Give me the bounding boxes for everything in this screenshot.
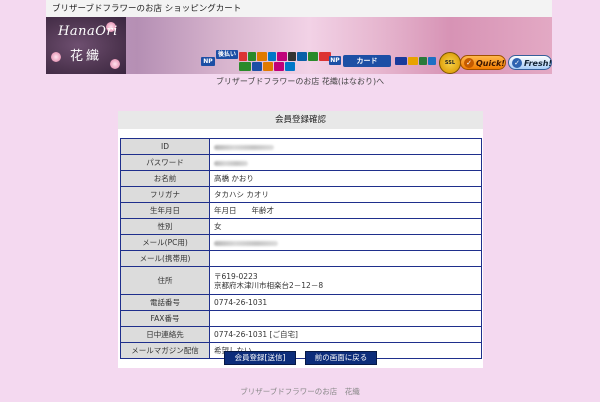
ssl-seal-icon: SSL bbox=[439, 52, 461, 74]
card-icon bbox=[297, 52, 307, 61]
table-row-birthdate: 生年月日 年月日 年齢才 bbox=[120, 202, 482, 219]
table-row-fax: FAX番号 bbox=[120, 310, 482, 327]
table-row-newsletter: メールマガジン配信 希望しない bbox=[120, 342, 482, 359]
row-value: 〒619-0223 京都府木津川市相楽台2－12－8 bbox=[209, 266, 482, 295]
redacted-value bbox=[214, 240, 278, 246]
flower-icon bbox=[110, 59, 120, 69]
row-value: タカハシ カオリ bbox=[209, 186, 482, 203]
mastercard-icon bbox=[408, 57, 418, 65]
row-label: メール(携帯用) bbox=[120, 250, 210, 267]
table-row-email-pc: メール(PC用) bbox=[120, 234, 482, 251]
confirmation-panel: 会員登録確認 ID パスワード お名前 高橋 かおり フリガナ タカハシ カオリ bbox=[118, 111, 483, 368]
row-value: 0774-26-1031 [ご自宅] bbox=[209, 326, 482, 343]
row-label: メールマガジン配信 bbox=[120, 342, 210, 359]
row-label: ID bbox=[120, 138, 210, 155]
card-badge: カード bbox=[343, 55, 391, 67]
page-title: 会員登録確認 bbox=[118, 111, 483, 129]
footer-text: ブリザーブドフラワーのお店 花織 bbox=[240, 387, 360, 396]
member-info-table: ID パスワード お名前 高橋 かおり フリガナ タカハシ カオリ 生年月日 年… bbox=[120, 138, 482, 359]
fresh-label: Fresh! bbox=[524, 59, 553, 68]
row-label: パスワード bbox=[120, 154, 210, 171]
row-value: 0774-26-1031 bbox=[209, 294, 482, 311]
row-value bbox=[209, 310, 482, 327]
row-value: 年月日 年齢才 bbox=[209, 202, 482, 219]
store-logo-icon bbox=[285, 62, 295, 71]
store-icon bbox=[277, 52, 287, 61]
table-row-furigana: フリガナ タカハシ カオリ bbox=[120, 186, 482, 203]
np-logo-icon: NP bbox=[201, 57, 215, 66]
table-row-phone: 電話番号 0774-26-1031 bbox=[120, 294, 482, 311]
check-icon: ✓ bbox=[464, 58, 474, 68]
row-label: お名前 bbox=[120, 170, 210, 187]
store-logo-icon bbox=[239, 62, 251, 71]
submit-registration-button[interactable]: 会員登録[送信] bbox=[224, 351, 296, 365]
quick-badge: ✓ Quick! bbox=[460, 55, 506, 70]
row-value: 女 bbox=[209, 218, 482, 235]
cash-icon bbox=[239, 52, 247, 61]
convenience-store-icon bbox=[257, 52, 267, 61]
payment-badge: 後払い bbox=[216, 50, 238, 59]
row-label: 日中連絡先 bbox=[120, 326, 210, 343]
page: ブリザーブドフラワーのお店 ショッピングカート HanaOri 花織 NP 後払… bbox=[0, 0, 600, 402]
fresh-badge: ✓ Fresh! bbox=[508, 55, 552, 70]
shop-title-bar: ブリザーブドフラワーのお店 ショッピングカート bbox=[46, 0, 552, 18]
row-label: 性別 bbox=[120, 218, 210, 235]
delivery-icon bbox=[288, 52, 296, 61]
row-value-redacted bbox=[209, 138, 482, 155]
back-button[interactable]: 前の画面に戻る bbox=[305, 351, 377, 365]
shop-icon bbox=[308, 52, 318, 61]
table-row-daytime-contact: 日中連絡先 0774-26-1031 [ご自宅] bbox=[120, 326, 482, 343]
redacted-value bbox=[214, 160, 248, 166]
bank-icon bbox=[248, 52, 256, 61]
logo-text-en: HanaOri bbox=[58, 24, 118, 39]
row-label: 住所 bbox=[120, 266, 210, 295]
shop-top-link[interactable]: ブリザーブドフラワーのお店 花織(はなおり)へ bbox=[0, 76, 600, 87]
row-label: メール(PC用) bbox=[120, 234, 210, 251]
table-row-email-mobile: メール(携帯用) bbox=[120, 250, 482, 267]
jcb-icon bbox=[419, 57, 427, 65]
row-value: 高橋 かおり bbox=[209, 170, 482, 187]
postal-code: 〒619-0223 bbox=[214, 271, 258, 281]
table-row-address: 住所 〒619-0223 京都府木津川市相楽台2－12－8 bbox=[120, 266, 482, 295]
table-row-id: ID bbox=[120, 138, 482, 155]
amex-icon bbox=[428, 57, 436, 65]
post-office-icon bbox=[268, 52, 276, 61]
quick-label: Quick! bbox=[476, 59, 505, 68]
table-row-password: パスワード bbox=[120, 154, 482, 171]
logo-text-jp: 花織 bbox=[70, 49, 103, 64]
check-icon: ✓ bbox=[512, 58, 522, 68]
flower-icon bbox=[51, 52, 61, 62]
row-label: 電話番号 bbox=[120, 294, 210, 311]
visa-icon bbox=[395, 57, 407, 65]
header-banner: HanaOri 花織 NP 後払い NP カード SSL ✓ Quick! ✓ … bbox=[46, 17, 552, 74]
row-label: FAX番号 bbox=[120, 310, 210, 327]
table-row-name: お名前 高橋 かおり bbox=[120, 170, 482, 187]
redacted-value bbox=[214, 144, 274, 150]
row-value-redacted bbox=[209, 154, 482, 171]
shop-title: ブリザーブドフラワーのお店 ショッピングカート bbox=[52, 4, 242, 14]
row-value-redacted bbox=[209, 234, 482, 251]
store-logo-icon bbox=[274, 62, 284, 71]
store-logo-icon bbox=[252, 62, 262, 71]
store-logo-icon bbox=[263, 62, 273, 71]
row-label: フリガナ bbox=[120, 186, 210, 203]
table-row-gender: 性別 女 bbox=[120, 218, 482, 235]
shop-logo[interactable]: HanaOri 花織 bbox=[46, 17, 126, 74]
np-logo-icon: NP bbox=[329, 56, 341, 65]
address-line: 京都府木津川市相楽台2－12－8 bbox=[214, 280, 324, 290]
row-value bbox=[209, 250, 482, 267]
row-label: 生年月日 bbox=[120, 202, 210, 219]
